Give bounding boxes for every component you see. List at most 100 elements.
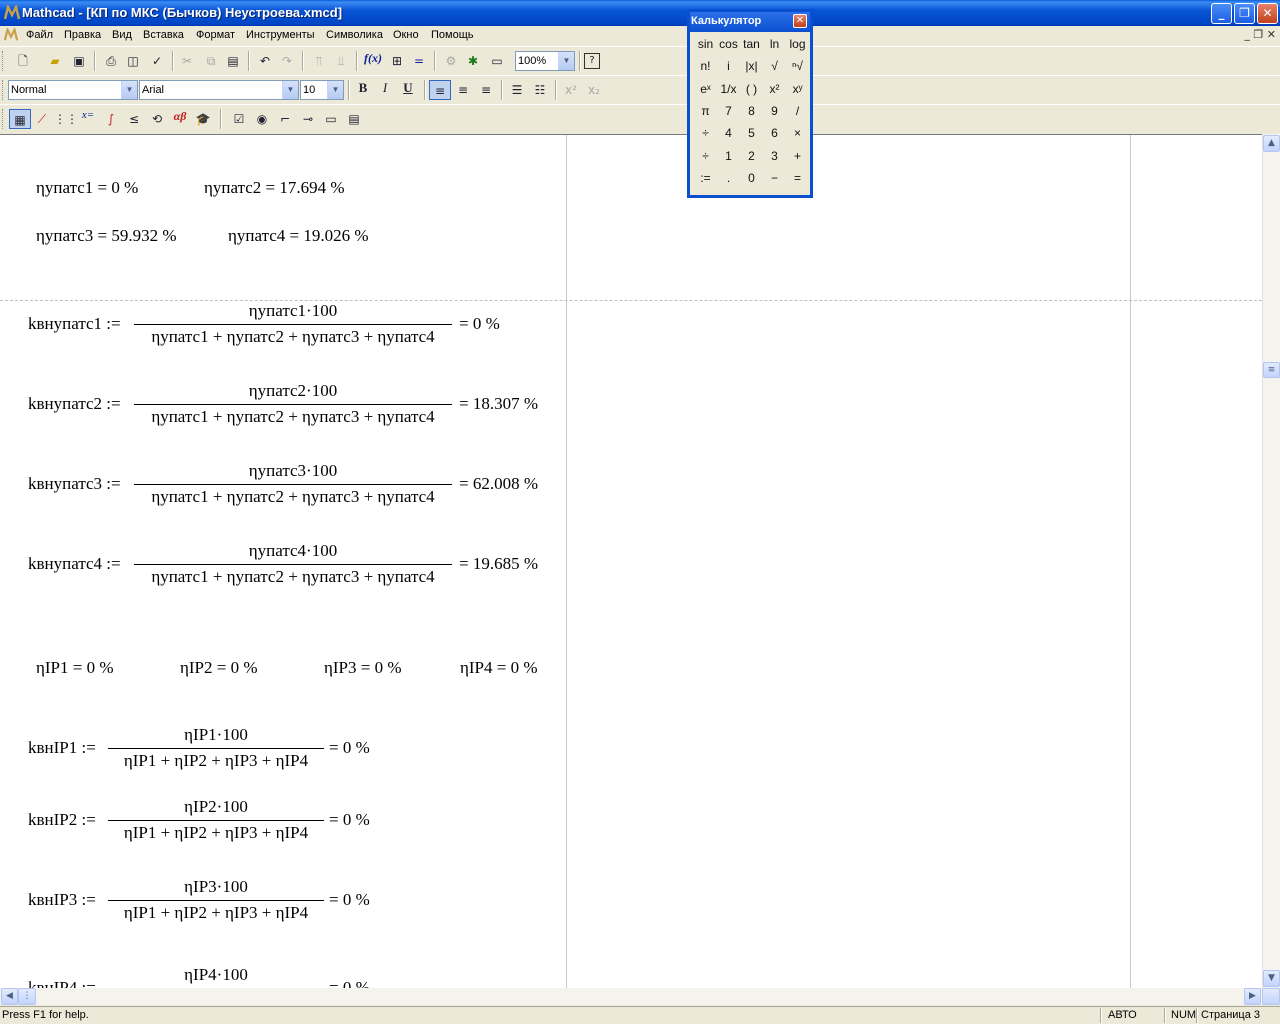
window-icon[interactable]: ▭ <box>486 51 508 71</box>
calc-key-imaginary[interactable]: i <box>717 56 740 76</box>
insert-unit-icon[interactable]: ⊞ <box>386 51 408 71</box>
align-left-icon[interactable]: ≡ <box>429 80 451 100</box>
copy-icon[interactable]: ⧉ <box>200 51 222 71</box>
calc-key-exp[interactable]: eˣ <box>694 79 717 99</box>
calc-key-multiply[interactable]: × <box>786 123 809 143</box>
result-eta-upats2[interactable]: ηупатс2 = 17.694 % <box>204 178 345 198</box>
restore-button[interactable]: ❐ <box>1234 3 1255 24</box>
italic-button[interactable]: I <box>374 80 396 100</box>
result-eta-upats3[interactable]: ηупатс3 = 59.932 % <box>36 226 177 246</box>
subscript-icon[interactable]: x₂ <box>583 80 605 100</box>
close-button[interactable]: ✕ <box>1257 3 1278 24</box>
menu-window[interactable]: Окно <box>393 29 419 41</box>
scroll-right-button[interactable]: ▶ <box>1244 988 1261 1005</box>
menu-view[interactable]: Вид <box>112 29 132 41</box>
align-down-icon[interactable]: ⫫ <box>330 51 352 71</box>
greek-toolbar-icon[interactable]: αβ <box>169 109 191 129</box>
scroll-up-button[interactable]: ▲ <box>1263 135 1280 152</box>
menu-format[interactable]: Формат <box>196 29 235 41</box>
bold-button[interactable]: B <box>352 80 374 100</box>
checkbox-control-icon[interactable]: ☑ <box>228 109 250 129</box>
menu-help[interactable]: Помощь <box>431 29 474 41</box>
matrix-toolbar-icon[interactable]: ⋮⋮ <box>54 109 78 129</box>
font-select[interactable]: Arial ▼ <box>139 80 299 100</box>
help-icon[interactable]: ? <box>584 53 600 69</box>
calc-key-plus[interactable]: + <box>786 146 809 166</box>
calc-key-6[interactable]: 6 <box>763 123 786 143</box>
align-top-icon[interactable]: ⫪ <box>308 51 330 71</box>
component-icon[interactable]: ⚙ <box>440 51 462 71</box>
result-eta-upats4[interactable]: ηупатс4 = 19.026 % <box>228 226 369 246</box>
resource-center-icon[interactable]: ✱ <box>462 51 484 71</box>
calc-key-minus[interactable]: − <box>763 168 786 188</box>
calc-key-3[interactable]: 3 <box>763 146 786 166</box>
chevron-down-icon[interactable]: ▼ <box>282 81 298 99</box>
calc-key-sin[interactable]: sin <box>694 34 717 54</box>
scroll-down-button[interactable]: ▼ <box>1263 970 1280 987</box>
calc-key-tan[interactable]: tan <box>740 34 763 54</box>
calculator-toolbar-icon[interactable]: ▦ <box>9 109 31 129</box>
calc-key-5[interactable]: 5 <box>740 123 763 143</box>
symbolic-toolbar-icon[interactable]: 🎓 <box>192 109 214 129</box>
vertical-scroll-thumb[interactable]: ≡ <box>1263 362 1280 378</box>
underline-button[interactable]: U <box>397 80 419 100</box>
vertical-scrollbar[interactable]: ▲ ≡ ▼ <box>1262 134 1280 988</box>
result-eta-upats1[interactable]: ηупатс1 = 0 % <box>36 178 138 198</box>
calc-key-reciprocal[interactable]: 1/x <box>717 79 740 99</box>
insert-function-icon[interactable]: f(x) <box>362 51 384 71</box>
slider-control-icon[interactable]: ⊸ <box>297 109 319 129</box>
calc-key-9[interactable]: 9 <box>763 101 786 121</box>
undo-icon[interactable]: ↶ <box>254 51 276 71</box>
style-select[interactable]: Normal ▼ <box>8 80 138 100</box>
calculate-icon[interactable]: = <box>408 51 430 71</box>
calc-key-equals[interactable]: = <box>786 168 809 188</box>
open-folder-icon[interactable]: ▰ <box>44 51 66 71</box>
calc-key-divide-slash[interactable]: / <box>786 101 809 121</box>
new-file-icon[interactable]: 🗋 <box>12 51 34 71</box>
font-size-select[interactable]: 10 ▼ <box>300 80 344 100</box>
calculus-toolbar-icon[interactable]: ∫ <box>100 109 122 129</box>
save-icon[interactable]: ▣ <box>68 51 90 71</box>
chevron-down-icon[interactable]: ▼ <box>558 52 574 70</box>
horizontal-scroll-thumb[interactable]: ⋮ <box>18 988 36 1005</box>
boolean-toolbar-icon[interactable]: ≤ <box>123 109 145 129</box>
cut-icon[interactable]: ✂ <box>176 51 198 71</box>
calc-key-divide[interactable]: ÷ <box>694 146 717 166</box>
result-eta-ip4[interactable]: ηIP4 = 0 % <box>460 658 538 678</box>
calc-key-decimal-point[interactable]: . <box>717 168 740 188</box>
numbered-list-icon[interactable]: ☷ <box>529 80 551 100</box>
calculator-close-icon[interactable]: ✕ <box>793 14 807 28</box>
calc-key-log[interactable]: log <box>786 34 809 54</box>
calc-key-1[interactable]: 1 <box>717 146 740 166</box>
calc-key-square[interactable]: x² <box>763 79 786 99</box>
programming-toolbar-icon[interactable]: ⟲ <box>146 109 168 129</box>
calc-key-ln[interactable]: ln <box>763 34 786 54</box>
menu-symbolics[interactable]: Символика <box>326 29 383 41</box>
result-eta-ip3[interactable]: ηIP3 = 0 % <box>324 658 402 678</box>
calc-key-factorial[interactable]: n! <box>694 56 717 76</box>
paste-icon[interactable]: ▤ <box>222 51 244 71</box>
scroll-left-button[interactable]: ◀ <box>1 988 18 1005</box>
calc-key-4[interactable]: 4 <box>717 123 740 143</box>
menu-file[interactable]: Файл <box>26 29 53 41</box>
superscript-icon[interactable]: x² <box>560 80 582 100</box>
minimize-button[interactable]: _ <box>1211 3 1232 24</box>
align-center-icon[interactable]: ≡ <box>452 80 474 100</box>
calc-key-nth-root[interactable]: ⁿ√ <box>786 56 809 76</box>
chevron-down-icon[interactable]: ▼ <box>327 81 343 99</box>
radio-control-icon[interactable]: ◉ <box>251 109 273 129</box>
push-button-control-icon[interactable]: ⌐ <box>274 109 296 129</box>
redo-icon[interactable]: ↷ <box>276 51 298 71</box>
calc-key-power[interactable]: xʸ <box>786 79 809 99</box>
chevron-down-icon[interactable]: ▼ <box>121 81 137 99</box>
calc-key-pi[interactable]: π <box>694 101 717 121</box>
calc-key-2[interactable]: 2 <box>740 146 763 166</box>
calc-key-fraction[interactable]: ÷ <box>694 123 717 143</box>
listbox-control-icon[interactable]: ▤ <box>343 109 365 129</box>
calc-key-8[interactable]: 8 <box>740 101 763 121</box>
menu-edit[interactable]: Правка <box>64 29 101 41</box>
document-icon[interactable] <box>4 28 18 42</box>
print-icon[interactable]: ⎙ <box>100 51 122 71</box>
worksheet[interactable]: ηупатс1 = 0 % ηупатс2 = 17.694 % ηупатс3… <box>0 134 1262 988</box>
calc-key-7[interactable]: 7 <box>717 101 740 121</box>
